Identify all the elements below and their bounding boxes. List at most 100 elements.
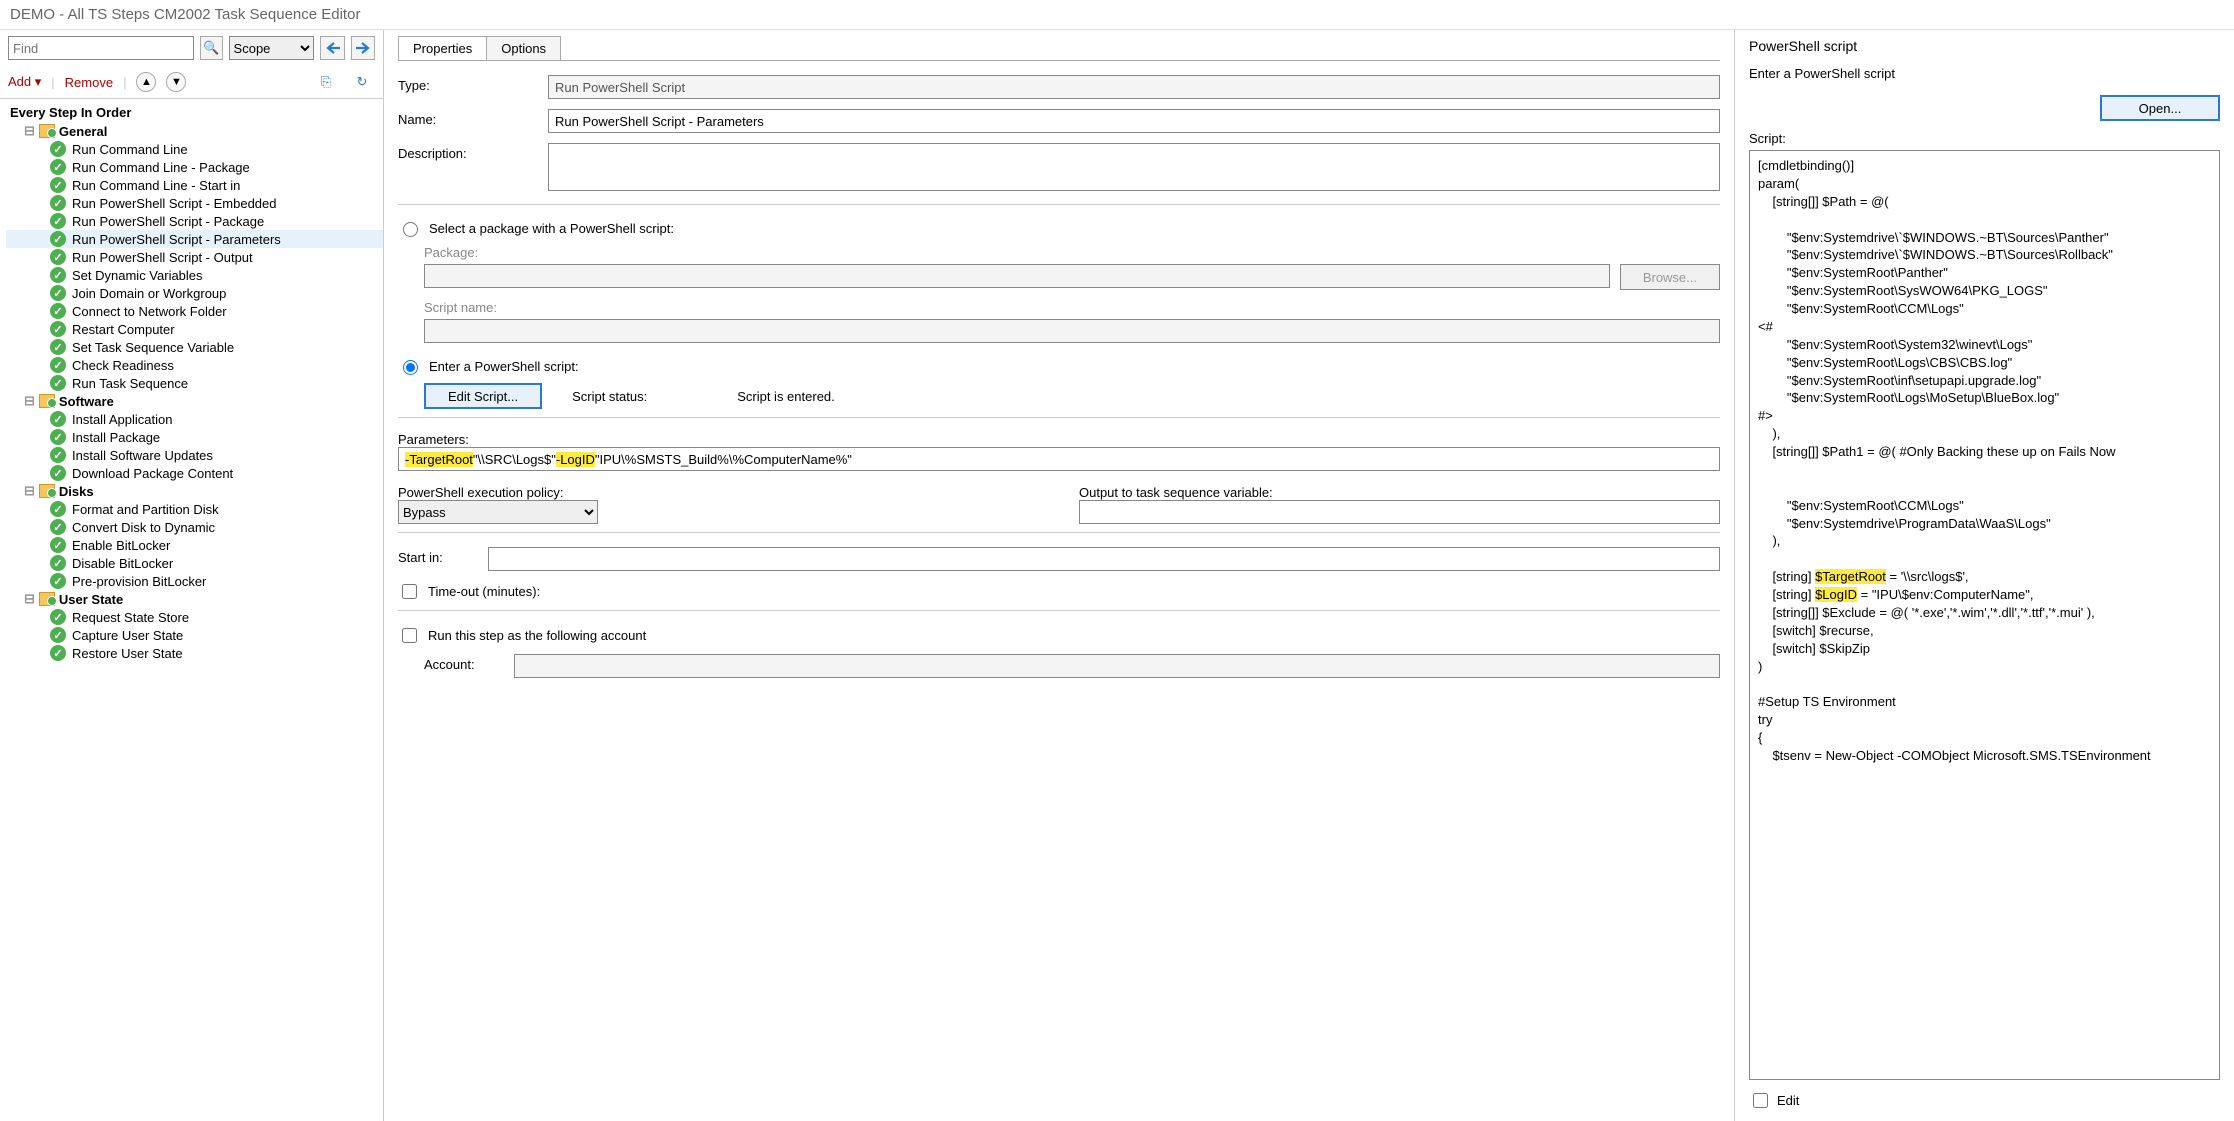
tree-item[interactable]: ✓Connect to Network Folder xyxy=(6,302,383,320)
policy-select[interactable]: Bypass xyxy=(398,500,598,524)
output-var-label: Output to task sequence variable: xyxy=(1079,485,1720,500)
script-box-label: Script: xyxy=(1735,131,2234,150)
parameters-field[interactable]: -TargetRoot "\\SRC\Logs$" -LogID "IPU\%S… xyxy=(398,447,1720,471)
tree-item[interactable]: ✓Run PowerShell Script - Embedded xyxy=(6,194,383,212)
window-title: DEMO - All TS Steps CM2002 Task Sequence… xyxy=(0,0,2234,30)
check-icon: ✓ xyxy=(50,141,66,157)
tree-item[interactable]: ✓Run PowerShell Script - Package xyxy=(6,212,383,230)
task-tree[interactable]: Every Step In Order ⊟General✓Run Command… xyxy=(0,99,383,1121)
edit-checkbox-label: Edit xyxy=(1777,1093,1799,1108)
policy-label: PowerShell execution policy: xyxy=(398,485,1039,500)
check-icon: ✓ xyxy=(50,213,66,229)
check-icon: ✓ xyxy=(50,501,66,517)
browse-button: Browse... xyxy=(1620,264,1720,290)
move-down-icon[interactable]: ▼ xyxy=(166,72,186,92)
search-icon[interactable]: 🔍 xyxy=(200,36,223,60)
check-icon: ✓ xyxy=(50,357,66,373)
tree-item[interactable]: ✓Install Software Updates xyxy=(6,446,383,464)
folder-icon xyxy=(39,592,55,606)
tab-properties[interactable]: Properties xyxy=(398,36,487,60)
script-textarea[interactable]: [cmdletbinding()] param( [string[]] $Pat… xyxy=(1749,150,2220,1080)
tree-item[interactable]: ✓Format and Partition Disk xyxy=(6,500,383,518)
edit-script-button[interactable]: Edit Script... xyxy=(424,383,542,409)
prev-arrow-icon[interactable] xyxy=(320,36,344,60)
refresh-icon[interactable]: ↻ xyxy=(349,70,375,94)
check-icon: ✓ xyxy=(50,645,66,661)
tree-item[interactable]: ✓Enable BitLocker xyxy=(6,536,383,554)
open-button[interactable]: Open... xyxy=(2100,95,2220,121)
check-icon: ✓ xyxy=(50,555,66,571)
check-icon: ✓ xyxy=(50,447,66,463)
type-label: Type: xyxy=(398,75,548,93)
script-pane-subtitle: Enter a PowerShell script xyxy=(1735,58,2234,95)
tree-item[interactable]: ✓Convert Disk to Dynamic xyxy=(6,518,383,536)
description-label: Description: xyxy=(398,143,548,161)
tree-item[interactable]: ✓Run Command Line xyxy=(6,140,383,158)
find-input[interactable] xyxy=(8,36,194,60)
tree-item[interactable]: ✓Run Command Line - Start in xyxy=(6,176,383,194)
tree-item[interactable]: ✓Request State Store xyxy=(6,608,383,626)
radio-enter-script[interactable] xyxy=(403,360,418,375)
tree-item[interactable]: ✓Install Package xyxy=(6,428,383,446)
account-label: Account: xyxy=(424,654,514,672)
tree-item[interactable]: ✓Capture User State xyxy=(6,626,383,644)
description-field[interactable] xyxy=(548,143,1720,191)
timeout-label: Time-out (minutes): xyxy=(428,584,540,599)
check-icon: ✓ xyxy=(50,573,66,589)
startin-label: Start in: xyxy=(398,547,488,565)
remove-button[interactable]: Remove xyxy=(65,75,113,90)
tree-item[interactable]: ✓Disable BitLocker xyxy=(6,554,383,572)
check-icon: ✓ xyxy=(50,231,66,247)
folder-icon xyxy=(39,484,55,498)
tree-group[interactable]: ⊟User State xyxy=(6,590,383,608)
startin-field[interactable] xyxy=(488,547,1720,571)
add-button[interactable]: Add ▾ xyxy=(8,74,41,90)
scriptname-field xyxy=(424,319,1720,343)
tab-options[interactable]: Options xyxy=(486,36,561,60)
tree-group[interactable]: ⊟Software xyxy=(6,392,383,410)
tree-group[interactable]: ⊟General xyxy=(6,122,383,140)
tree-item[interactable]: ✓Run Task Sequence xyxy=(6,374,383,392)
tree-item[interactable]: ✓Run PowerShell Script - Parameters xyxy=(6,230,383,248)
timeout-checkbox[interactable] xyxy=(402,584,417,599)
script-pane-title: PowerShell script xyxy=(1735,30,2234,58)
check-icon: ✓ xyxy=(50,285,66,301)
left-pane: 🔍 Scope Add ▾ | Remove | ▲ ▼ ⎘ ↻ Every S… xyxy=(0,30,384,1121)
name-label: Name: xyxy=(398,109,548,127)
expand-icon[interactable]: ⎘ xyxy=(313,70,339,94)
check-icon: ✓ xyxy=(50,411,66,427)
runas-label: Run this step as the following account xyxy=(428,628,646,643)
radio-enter-script-label: Enter a PowerShell script: xyxy=(429,359,579,374)
check-icon: ✓ xyxy=(50,627,66,643)
next-arrow-icon[interactable] xyxy=(351,36,375,60)
tree-item[interactable]: ✓Install Application xyxy=(6,410,383,428)
tree-item[interactable]: ✓Check Readiness xyxy=(6,356,383,374)
tree-item[interactable]: ✓Join Domain or Workgroup xyxy=(6,284,383,302)
check-icon: ✓ xyxy=(50,249,66,265)
radio-select-package[interactable] xyxy=(403,222,418,237)
output-var-field[interactable] xyxy=(1079,500,1720,524)
scope-select[interactable]: Scope xyxy=(229,36,315,60)
properties-pane: Properties Options Type: Name: Descripti… xyxy=(384,30,1734,1121)
check-icon: ✓ xyxy=(50,519,66,535)
runas-checkbox[interactable] xyxy=(402,628,417,643)
tree-item[interactable]: ✓Run PowerShell Script - Output xyxy=(6,248,383,266)
folder-icon xyxy=(39,124,55,138)
check-icon: ✓ xyxy=(50,537,66,553)
script-status-value: Script is entered. xyxy=(737,389,835,404)
tree-root[interactable]: Every Step In Order xyxy=(6,103,383,122)
tree-item[interactable]: ✓Restore User State xyxy=(6,644,383,662)
check-icon: ✓ xyxy=(50,609,66,625)
check-icon: ✓ xyxy=(50,375,66,391)
tree-item[interactable]: ✓Download Package Content xyxy=(6,464,383,482)
tree-item[interactable]: ✓Set Task Sequence Variable xyxy=(6,338,383,356)
tree-item[interactable]: ✓Pre-provision BitLocker xyxy=(6,572,383,590)
tree-item[interactable]: ✓Run Command Line - Package xyxy=(6,158,383,176)
move-up-icon[interactable]: ▲ xyxy=(136,72,156,92)
tree-item[interactable]: ✓Set Dynamic Variables xyxy=(6,266,383,284)
tree-group[interactable]: ⊟Disks xyxy=(6,482,383,500)
name-field[interactable] xyxy=(548,109,1720,133)
edit-checkbox[interactable] xyxy=(1753,1093,1768,1108)
type-field xyxy=(548,75,1720,99)
tree-item[interactable]: ✓Restart Computer xyxy=(6,320,383,338)
